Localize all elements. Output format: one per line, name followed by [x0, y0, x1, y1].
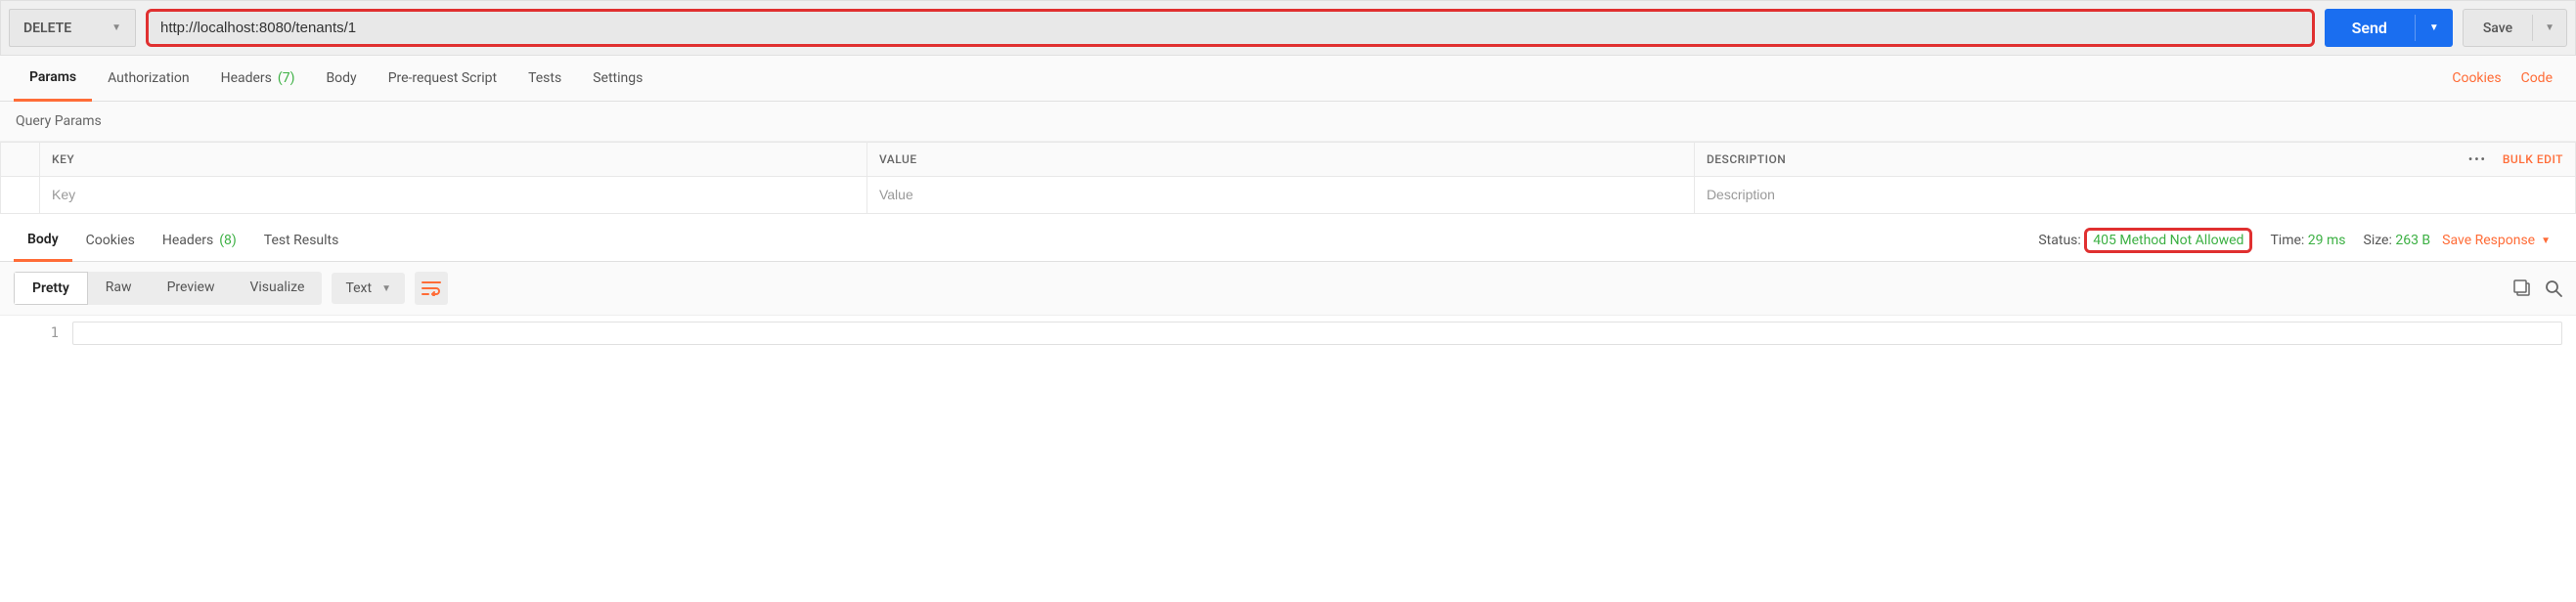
tab-body[interactable]: Body	[310, 57, 372, 100]
tab-settings[interactable]: Settings	[577, 57, 658, 100]
wrap-icon	[422, 280, 441, 296]
send-dropdown-icon[interactable]: ▼	[2415, 15, 2453, 41]
time-value: 29 ms	[2308, 233, 2346, 248]
search-icon[interactable]	[2545, 280, 2562, 297]
save-button-label: Save	[2464, 13, 2532, 44]
resp-tab-body[interactable]: Body	[14, 220, 72, 262]
http-method-select[interactable]: DELETE ▼	[9, 9, 136, 47]
view-pretty[interactable]: Pretty	[14, 272, 88, 305]
description-input[interactable]	[1707, 187, 2563, 202]
bulk-edit-link[interactable]: Bulk Edit	[2503, 152, 2563, 166]
save-dropdown-icon[interactable]: ▼	[2532, 15, 2566, 41]
save-response-button[interactable]: Save Response ▼	[2430, 233, 2562, 248]
col-key: KEY	[40, 143, 867, 177]
query-params-table: KEY VALUE DESCRIPTION ••• Bulk Edit	[0, 142, 2576, 214]
chevron-down-icon: ▼	[2541, 236, 2551, 246]
resp-tab-cookies[interactable]: Cookies	[72, 221, 149, 260]
status-badge: 405 Method Not Allowed	[2084, 228, 2252, 253]
response-body-content[interactable]	[72, 322, 2562, 345]
response-body-editor: 1	[0, 316, 2576, 365]
headers-count-badge: (7)	[278, 70, 295, 86]
tab-headers[interactable]: Headers (7)	[205, 57, 311, 100]
http-method-value: DELETE	[23, 21, 71, 36]
size-value: 263 B	[2395, 233, 2430, 248]
cookies-link[interactable]: Cookies	[2442, 70, 2510, 86]
code-link[interactable]: Code	[2511, 70, 2562, 86]
view-preview[interactable]: Preview	[150, 272, 233, 305]
tab-prerequest[interactable]: Pre-request Script	[373, 57, 512, 100]
query-params-title: Query Params	[0, 102, 2576, 142]
save-button[interactable]: Save ▼	[2463, 9, 2567, 47]
response-viewer-toolbar: Pretty Raw Preview Visualize Text ▼	[0, 262, 2576, 316]
view-raw[interactable]: Raw	[88, 272, 150, 305]
view-mode-segment: Pretty Raw Preview Visualize	[14, 272, 322, 305]
table-row	[1, 177, 2576, 214]
view-visualize[interactable]: Visualize	[232, 272, 322, 305]
send-button-label: Send	[2325, 11, 2415, 45]
resp-headers-count: (8)	[219, 233, 237, 248]
resp-tab-testresults[interactable]: Test Results	[250, 221, 353, 260]
value-input[interactable]	[879, 187, 1682, 202]
line-number: 1	[14, 322, 72, 345]
col-value: VALUE	[866, 143, 1694, 177]
response-tabs: Body Cookies Headers (8) Test Results St…	[0, 220, 2576, 262]
tab-tests[interactable]: Tests	[512, 57, 577, 100]
chevron-down-icon: ▼	[111, 22, 121, 33]
format-select[interactable]: Text ▼	[332, 273, 405, 304]
chevron-down-icon: ▼	[381, 283, 391, 294]
request-bar: DELETE ▼ Send ▼ Save ▼	[0, 0, 2576, 56]
resp-tab-headers[interactable]: Headers (8)	[149, 221, 250, 260]
copy-icon[interactable]	[2513, 280, 2531, 297]
send-button[interactable]: Send ▼	[2325, 9, 2453, 47]
more-options-icon[interactable]: •••	[2468, 152, 2487, 166]
response-meta: Status: 405 Method Not Allowed Time: 29 …	[2038, 233, 2430, 248]
request-url-input[interactable]	[146, 9, 2315, 47]
request-tabs: Params Authorization Headers (7) Body Pr…	[0, 56, 2576, 102]
wrap-lines-button[interactable]	[415, 272, 448, 305]
tab-authorization[interactable]: Authorization	[92, 57, 204, 100]
key-input[interactable]	[52, 187, 855, 202]
tab-params[interactable]: Params	[14, 56, 92, 102]
col-description: DESCRIPTION ••• Bulk Edit	[1694, 143, 2575, 177]
